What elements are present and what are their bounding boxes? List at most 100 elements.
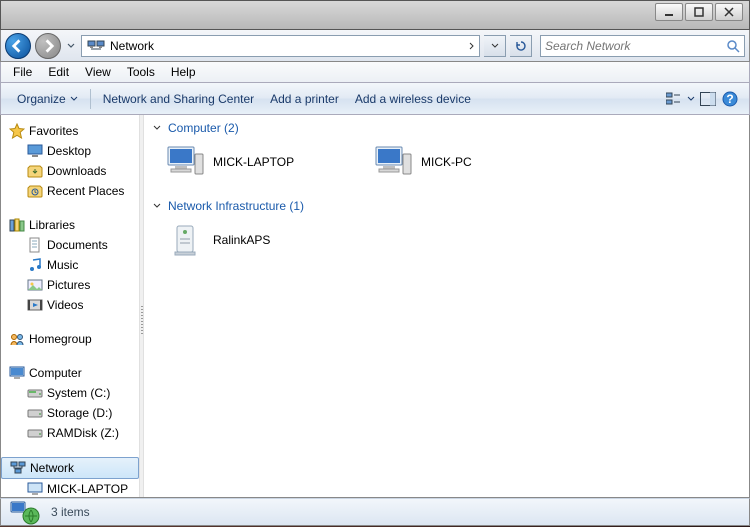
tree-label: Computer (29, 366, 82, 380)
item-label: MICK-LAPTOP (213, 155, 294, 169)
network-location-icon (86, 38, 106, 54)
tree-label: Favorites (29, 124, 78, 138)
drive-icon (27, 385, 43, 401)
search-input[interactable] (545, 39, 726, 53)
minimize-button[interactable] (655, 3, 683, 21)
tree-label: MICK-LAPTOP (47, 482, 128, 496)
group-header-infrastructure[interactable]: Network Infrastructure (1) (152, 197, 741, 215)
downloads-icon (27, 163, 43, 179)
item-label: MICK-PC (421, 155, 472, 169)
history-dropdown[interactable] (65, 36, 77, 56)
tree-music[interactable]: Music (1, 255, 139, 275)
tree-libraries[interactable]: Libraries (1, 215, 139, 235)
recent-places-icon (27, 183, 43, 199)
network-device-item[interactable]: RalinkAPS (162, 217, 362, 263)
tree-drive-c[interactable]: System (C:) (1, 383, 139, 403)
tree-label: Homegroup (29, 332, 92, 346)
menu-tools[interactable]: Tools (119, 63, 163, 81)
network-device-icon (165, 220, 205, 260)
address-dropdown[interactable] (484, 35, 506, 57)
tree-label: Pictures (47, 278, 90, 292)
tree-label: Music (47, 258, 78, 272)
collapse-icon (152, 201, 162, 211)
help-button[interactable]: ? (719, 88, 741, 110)
music-icon (27, 257, 43, 273)
navigation-pane[interactable]: Favorites Desktop Downloads Recent Place… (1, 115, 139, 497)
network-sharing-center-button[interactable]: Network and Sharing Center (95, 88, 262, 110)
group-header-computer[interactable]: Computer (2) (152, 119, 741, 137)
tree-documents[interactable]: Documents (1, 235, 139, 255)
add-wireless-device-button[interactable]: Add a wireless device (347, 88, 479, 110)
libraries-icon (9, 217, 25, 233)
close-button[interactable] (715, 3, 743, 21)
command-bar: Organize Network and Sharing Center Add … (0, 83, 750, 115)
tree-label: Documents (47, 238, 108, 252)
organize-label: Organize (17, 92, 66, 106)
content-pane[interactable]: Computer (2) MICK-LAPTOP MICK-PC Network… (144, 115, 749, 497)
tree-drive-d[interactable]: Storage (D:) (1, 403, 139, 423)
videos-icon (27, 297, 43, 313)
computer-icon (373, 142, 413, 182)
menu-bar: File Edit View Tools Help (0, 62, 750, 83)
address-text: Network (110, 39, 463, 53)
maximize-button[interactable] (685, 3, 713, 21)
details-pane: 3 items (0, 498, 750, 526)
change-view-button[interactable] (663, 88, 685, 110)
tree-label: RAMDisk (Z:) (47, 426, 119, 440)
desktop-icon (27, 143, 43, 159)
address-bar[interactable]: Network (81, 35, 480, 57)
pictures-icon (27, 277, 43, 293)
documents-icon (27, 237, 43, 253)
svg-text:?: ? (726, 92, 733, 106)
menu-help[interactable]: Help (163, 63, 204, 81)
group-label: Network Infrastructure (1) (168, 199, 304, 213)
tree-computer[interactable]: Computer (1, 363, 139, 383)
tree-label: Desktop (47, 144, 91, 158)
tree-label: Downloads (47, 164, 106, 178)
title-bar (0, 0, 750, 30)
search-box[interactable] (540, 35, 745, 57)
tree-pictures[interactable]: Pictures (1, 275, 139, 295)
tree-homegroup[interactable]: Homegroup (1, 329, 139, 349)
menu-view[interactable]: View (77, 63, 119, 81)
tree-label: Videos (47, 298, 83, 312)
organize-button[interactable]: Organize (9, 88, 86, 110)
change-view-dropdown[interactable] (685, 88, 697, 110)
refresh-button[interactable] (510, 35, 532, 57)
item-label: RalinkAPS (213, 233, 270, 247)
preview-pane-button[interactable] (697, 88, 719, 110)
tree-label: Storage (D:) (47, 406, 112, 420)
tree-recent-places[interactable]: Recent Places (1, 181, 139, 201)
back-button[interactable] (5, 33, 31, 59)
favorites-icon (9, 123, 25, 139)
menu-file[interactable]: File (5, 63, 40, 81)
network-computer-item[interactable]: MICK-PC (370, 139, 570, 185)
tree-downloads[interactable]: Downloads (1, 161, 139, 181)
tree-network[interactable]: Network (1, 457, 139, 479)
tree-network-computer[interactable]: MICK-LAPTOP (1, 479, 139, 497)
collapse-icon (152, 123, 162, 133)
tree-desktop[interactable]: Desktop (1, 141, 139, 161)
breadcrumb-chevron[interactable] (463, 36, 479, 56)
network-icon (9, 498, 41, 526)
tree-label: Recent Places (47, 184, 124, 198)
tree-drive-z[interactable]: RAMDisk (Z:) (1, 423, 139, 443)
menu-edit[interactable]: Edit (40, 63, 77, 81)
navigation-bar: Network (0, 30, 750, 62)
network-computer-item[interactable]: MICK-LAPTOP (162, 139, 362, 185)
group-label: Computer (2) (168, 121, 239, 135)
tree-label: Network (30, 461, 74, 475)
add-printer-button[interactable]: Add a printer (262, 88, 347, 110)
forward-button[interactable] (35, 33, 61, 59)
separator (90, 89, 91, 109)
tree-label: Libraries (29, 218, 75, 232)
drive-icon (27, 425, 43, 441)
computer-icon (165, 142, 205, 182)
computer-icon (9, 365, 25, 381)
tree-favorites[interactable]: Favorites (1, 121, 139, 141)
homegroup-icon (9, 331, 25, 347)
drive-icon (27, 405, 43, 421)
splitter[interactable] (139, 115, 144, 497)
status-text: 3 items (51, 505, 90, 519)
tree-videos[interactable]: Videos (1, 295, 139, 315)
